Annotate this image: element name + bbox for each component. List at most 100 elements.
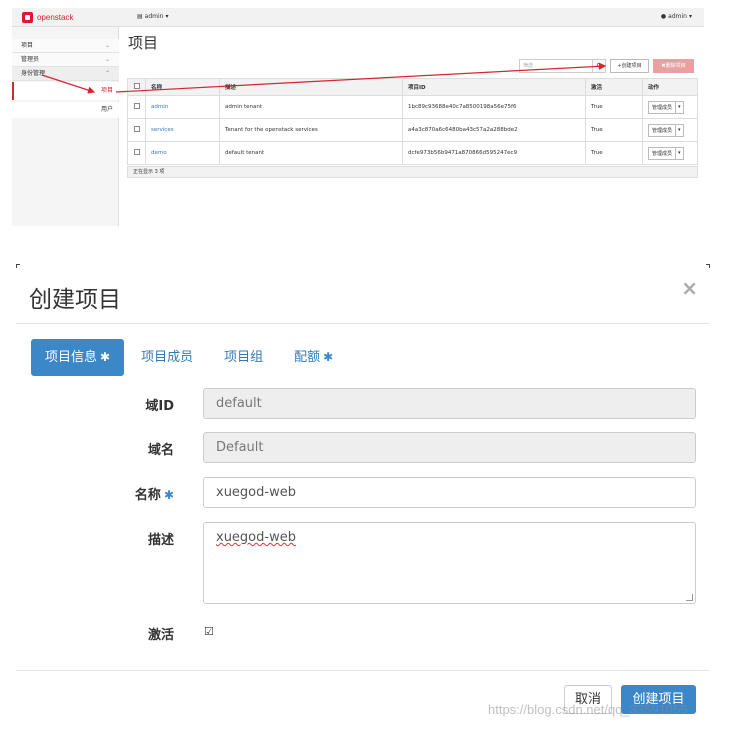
project-enabled: True xyxy=(585,141,643,165)
table-row: admin admin tenant 1bc89c93688e40c7a8500… xyxy=(127,95,698,119)
horizon-screenshot: openstack ▤ admin ▾ ● admin ▾ 项目 ⌄ 管理员 ⌄… xyxy=(12,8,704,226)
project-name-link[interactable]: demo xyxy=(145,141,220,165)
row-select-cell[interactable] xyxy=(127,118,146,142)
crop-corner xyxy=(16,264,20,268)
sidebar-item-label: 管理员 xyxy=(21,56,40,63)
project-icon: ▤ xyxy=(137,13,143,20)
search-button[interactable]: ⚲ xyxy=(592,59,606,73)
table-header-row: 名称 描述 项目ID 激活 动作 xyxy=(127,78,698,96)
row-checkbox[interactable] xyxy=(133,149,140,155)
tab-label: 配额 xyxy=(294,350,321,365)
sidebar-subitem-label: 用户 xyxy=(100,106,113,113)
caret-down-icon[interactable]: ▾ xyxy=(675,124,683,136)
tab-label: 项目信息 xyxy=(45,350,98,365)
select-all-checkbox[interactable] xyxy=(133,83,140,89)
row-select-cell[interactable] xyxy=(127,141,146,165)
row-select-cell[interactable] xyxy=(127,95,146,119)
project-name-link[interactable]: services xyxy=(145,118,220,142)
description-textarea[interactable]: xuegod-web xyxy=(203,522,696,604)
brand-name: openstack xyxy=(37,13,74,22)
sidebar-subitem-label: 项目 xyxy=(100,87,113,94)
manage-members-label: 管理成员 xyxy=(652,150,673,157)
tab-label: 项目组 xyxy=(224,350,264,365)
name-label: 名称 ✱ xyxy=(114,484,174,503)
brand[interactable]: openstack xyxy=(22,11,73,24)
chevron-up-icon: ⌃ xyxy=(104,70,110,77)
domain-name-field: Default xyxy=(203,432,696,463)
column-header-description[interactable]: 描述 xyxy=(219,78,403,96)
required-asterisk-icon: ✱ xyxy=(100,350,111,364)
divider xyxy=(16,323,710,324)
row-actions: 管理成员 ▾ xyxy=(642,118,698,142)
tab-quota[interactable]: 配额 ✱ xyxy=(280,339,347,376)
row-actions: 管理成员 ▾ xyxy=(642,141,698,165)
modal-title: 创建项目 xyxy=(29,287,121,313)
name-input[interactable]: xuegod-web xyxy=(203,477,696,508)
create-project-modal: 创建项目 × 项目信息 ✱ 项目成员 项目组 配额 ✱ 域ID default 域名… xyxy=(16,264,710,729)
page-title: 项目 xyxy=(128,34,159,52)
enabled-label: 激活 xyxy=(147,628,174,643)
tab-project-info[interactable]: 项目信息 ✱ xyxy=(31,339,125,376)
modal-tabs: 项目信息 ✱ 项目成员 项目组 配额 ✱ xyxy=(31,339,350,376)
required-asterisk-icon: ✱ xyxy=(163,488,174,502)
project-id: a4a3c870a6c6480ba43c57a2a288bde2 xyxy=(402,118,586,142)
create-project-label: 创建项目 xyxy=(621,63,642,69)
sidebar-item-label: 身份管理 xyxy=(21,70,46,77)
create-project-button[interactable]: +创建项目 xyxy=(610,59,649,73)
project-menu[interactable]: ▤ admin ▾ xyxy=(137,13,169,20)
project-name-link[interactable]: admin xyxy=(145,95,220,119)
name-label-text: 名称 xyxy=(134,488,161,503)
chevron-down-icon: ⌄ xyxy=(104,42,110,49)
openstack-logo-icon xyxy=(22,12,33,23)
project-enabled: True xyxy=(585,118,643,142)
caret-down-icon[interactable]: ▾ xyxy=(675,101,683,113)
table-row: services Tenant for the openstack servic… xyxy=(127,118,698,142)
domain-id-field: default xyxy=(203,388,696,419)
sidebar-item-admin[interactable]: 管理员 ⌄ xyxy=(12,53,119,67)
row-checkbox[interactable] xyxy=(133,103,140,109)
tab-project-groups[interactable]: 项目组 xyxy=(210,339,277,376)
manage-members-button[interactable]: 管理成员 ▾ xyxy=(648,123,684,137)
select-all-cell[interactable] xyxy=(127,78,146,96)
delete-project-button[interactable]: ✖删除项目 xyxy=(653,59,694,73)
manage-members-button[interactable]: 管理成员 ▾ xyxy=(648,100,684,114)
search-icon: ⚲ xyxy=(596,62,602,70)
project-id: 1bc89c93688e40c7a8500198a56e75f6 xyxy=(402,95,586,119)
description-label: 描述 xyxy=(147,533,174,548)
enabled-checkbox[interactable]: ☑ xyxy=(204,626,215,637)
domain-name-label: 域名 xyxy=(147,443,174,458)
user-menu-label: admin xyxy=(668,13,687,20)
crop-corner xyxy=(706,264,710,268)
row-checkbox[interactable] xyxy=(133,126,140,132)
manage-members-label: 管理成员 xyxy=(652,127,673,134)
divider xyxy=(16,670,710,671)
caret-down-icon: ▾ xyxy=(688,13,692,20)
tab-project-members[interactable]: 项目成员 xyxy=(127,339,207,376)
projects-table: 名称 描述 项目ID 激活 动作 admin admin tenant 1bc8… xyxy=(127,78,698,165)
column-header-enabled[interactable]: 激活 xyxy=(585,78,643,96)
project-id: dcfe973b56b9471a870866d595247ec9 xyxy=(402,141,586,165)
column-header-actions: 动作 xyxy=(642,78,698,96)
sidebar-item-label: 项目 xyxy=(21,42,34,49)
required-asterisk-icon: ✱ xyxy=(323,350,334,364)
sidebar-subitem-users[interactable]: 用户 xyxy=(12,102,119,118)
resize-handle-icon[interactable] xyxy=(686,594,693,601)
delete-project-label: 删除项目 xyxy=(665,63,686,69)
table-footer: 正在显示 3 项 xyxy=(127,166,698,178)
sidebar-item-identity[interactable]: 身份管理 ⌃ xyxy=(12,67,119,81)
sidebar-subitem-projects[interactable]: 项目 xyxy=(12,82,119,100)
project-enabled: True xyxy=(585,95,643,119)
manage-members-button[interactable]: 管理成员 ▾ xyxy=(648,146,684,160)
caret-down-icon[interactable]: ▾ xyxy=(675,147,683,159)
close-icon[interactable]: × xyxy=(681,276,698,300)
description-text: xuegod-web xyxy=(216,530,296,545)
project-description: default tenant xyxy=(219,141,403,165)
project-description: Tenant for the openstack services xyxy=(219,118,403,142)
sidebar: 项目 ⌄ 管理员 ⌄ 身份管理 ⌃ 项目 用户 xyxy=(12,27,119,226)
column-header-id[interactable]: 项目ID xyxy=(402,78,586,96)
user-menu[interactable]: ● admin ▾ xyxy=(661,13,692,20)
sidebar-item-project[interactable]: 项目 ⌄ xyxy=(12,39,119,53)
domain-id-label: 域ID xyxy=(145,399,174,414)
row-actions: 管理成员 ▾ xyxy=(642,95,698,119)
column-header-name[interactable]: 名称 xyxy=(145,78,220,96)
